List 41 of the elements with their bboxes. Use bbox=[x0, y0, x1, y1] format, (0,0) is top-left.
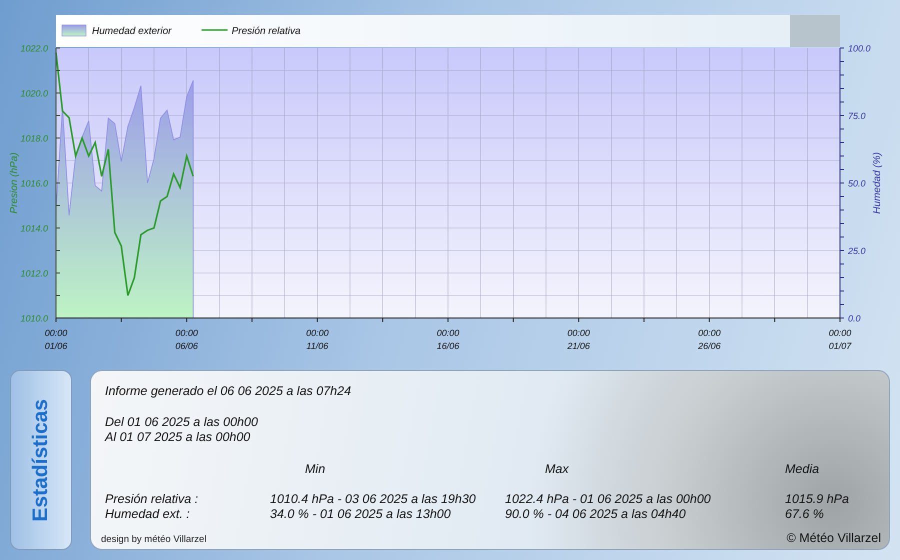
axis-tick-label: 1022.0 bbox=[20, 44, 48, 54]
design-credit: design by météo Villarzel bbox=[101, 534, 206, 545]
axis-tick-label: 1012.0 bbox=[20, 268, 48, 278]
photo-placeholder bbox=[790, 15, 840, 47]
table-cell-text: 1015.9 hPa bbox=[785, 492, 850, 507]
axis-tick-label: 00:00 26/06 bbox=[698, 328, 721, 351]
axis-tick-label: 100.0 bbox=[848, 44, 871, 54]
column-header: Min bbox=[304, 462, 326, 478]
table-cell-text: 1022.4 hPa - 01 06 2025 a las 00h00 bbox=[505, 492, 712, 507]
table-cell-text: 34.0 % - 01 06 2025 a las 13h00 bbox=[270, 507, 452, 522]
row-label: Humedad ext. : bbox=[105, 507, 191, 522]
axis-tick-label: 00:00 16/06 bbox=[436, 328, 460, 351]
axis-tick-label: 1016.0 bbox=[20, 178, 48, 188]
axis-tick-label: 00:00 11/06 bbox=[306, 328, 329, 351]
legend-label: Humedad exterior bbox=[92, 26, 172, 37]
axis-tick-label: 1010.0 bbox=[20, 314, 48, 324]
axis-tick-label: 00:00 01/07 bbox=[828, 328, 852, 351]
axis-tick-label: 1014.0 bbox=[20, 224, 48, 234]
table-cell-text: 1010.4 hPa - 03 06 2025 a las 19h30 bbox=[270, 492, 477, 507]
axis-title: Presion (hPa) bbox=[9, 152, 20, 214]
table-cell-text: 67.6 % bbox=[785, 507, 825, 522]
axis-tick-label: 25.0 bbox=[848, 246, 866, 256]
column-header: Max bbox=[544, 462, 569, 478]
axis-tick-label: 1020.0 bbox=[20, 88, 48, 98]
copyright-text: © Météo Villarzel bbox=[786, 531, 881, 545]
axis-title: Humedad (%) bbox=[872, 152, 883, 214]
period-start-text: Del 01 06 2025 a las 00h00 bbox=[105, 415, 258, 430]
tab-label: Estadísticas bbox=[29, 398, 53, 522]
table-cell-text: 90.0 % - 04 06 2025 a las 04h40 bbox=[505, 507, 687, 522]
axis-tick-label: 1018.0 bbox=[20, 134, 48, 144]
axis-tick-label: 00:00 21/06 bbox=[567, 328, 590, 351]
column-header: Media bbox=[785, 462, 820, 478]
axis-tick-label: 00:00 01/06 bbox=[44, 328, 68, 351]
row-label: Presión relativa : bbox=[105, 492, 200, 507]
report-date-text: Informe generado el 06 06 2025 a las 07h24 bbox=[105, 384, 352, 398]
axis-tick-label: 75.0 bbox=[848, 111, 866, 121]
axis-tick-label: 50.0 bbox=[848, 178, 866, 188]
axis-tick-label: 0.0 bbox=[848, 314, 861, 324]
axis-tick-label: 00:00 06/06 bbox=[175, 328, 198, 351]
period-end-text: Al 01 07 2025 a las 00h00 bbox=[105, 430, 250, 445]
legend-label: Presión relativa bbox=[232, 26, 301, 37]
